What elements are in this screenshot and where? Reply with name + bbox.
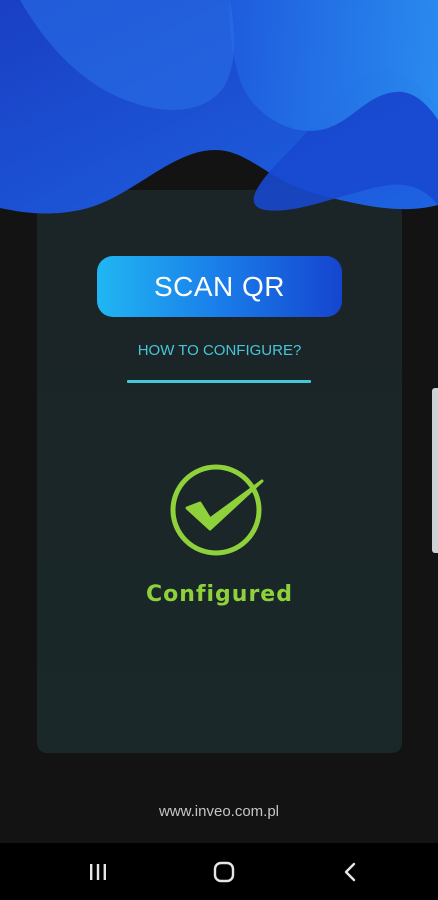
check-circle-icon [170, 464, 264, 556]
recent-apps-icon [90, 863, 106, 880]
back-icon [344, 862, 356, 881]
status-text: Configured [146, 582, 293, 607]
link-underline [127, 380, 311, 383]
home-icon [213, 861, 235, 882]
back-button[interactable] [332, 854, 368, 890]
scrollbar-handle[interactable] [432, 388, 438, 553]
system-navigation-bar [0, 843, 438, 900]
recent-apps-button[interactable] [80, 854, 116, 890]
home-button[interactable] [206, 854, 242, 890]
header-wave-decoration [0, 0, 438, 214]
scan-qr-button[interactable]: SCAN QR [97, 256, 342, 317]
how-to-configure-link[interactable]: HOW TO CONFIGURE? [97, 342, 342, 364]
website-link[interactable]: www.inveo.com.pl [0, 803, 438, 823]
